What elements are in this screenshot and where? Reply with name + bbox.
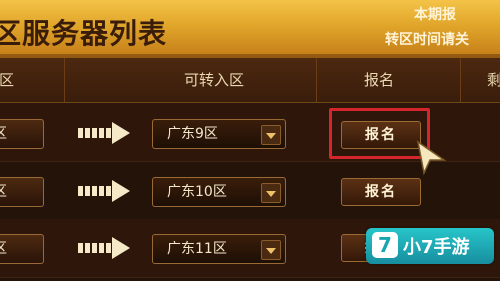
chevron-down-icon[interactable] [261, 183, 281, 203]
column-divider [64, 58, 65, 102]
table-header: 区 可转入区 报名 剩 [0, 58, 500, 103]
watermark-mark: 7 [372, 232, 398, 258]
target-server-select[interactable]: 广东9区 [152, 119, 286, 149]
target-server-select[interactable]: 广东11区 [152, 234, 286, 264]
transfer-arrow-icon [78, 180, 130, 202]
source-server-box: 区 [0, 177, 44, 207]
watermark-logo: 7 小7手游 [366, 228, 494, 264]
target-server-value: 广东9区 [167, 126, 218, 142]
target-server-select[interactable]: 广东10区 [152, 177, 286, 207]
signup-button[interactable]: 报名 [341, 178, 421, 206]
target-server-value: 广东11区 [167, 241, 227, 257]
page-title: 区服务器列表 [0, 17, 168, 50]
target-server-value: 广东10区 [167, 184, 227, 200]
chevron-down-icon[interactable] [261, 125, 281, 145]
watermark-text: 小7手游 [403, 237, 470, 258]
transfer-arrow-icon [78, 237, 130, 259]
column-header-source: 区 [0, 71, 15, 89]
source-server-box: 区 [0, 119, 44, 149]
column-header-remaining: 剩 [487, 71, 500, 89]
chevron-down-icon[interactable] [261, 240, 281, 260]
column-divider [316, 58, 317, 102]
column-divider [460, 58, 461, 102]
notice-line-2: 转区时间请关 [385, 32, 469, 48]
transfer-arrow-icon [78, 122, 130, 144]
mouse-cursor-icon [416, 140, 447, 176]
column-header-signup: 报名 [364, 71, 395, 89]
column-header-target: 可转入区 [184, 71, 245, 89]
source-server-box: 区 [0, 234, 44, 264]
notice-line-1: 本期报 [414, 7, 456, 23]
page-header: 区服务器列表 本期报 转区时间请关 [0, 0, 500, 58]
